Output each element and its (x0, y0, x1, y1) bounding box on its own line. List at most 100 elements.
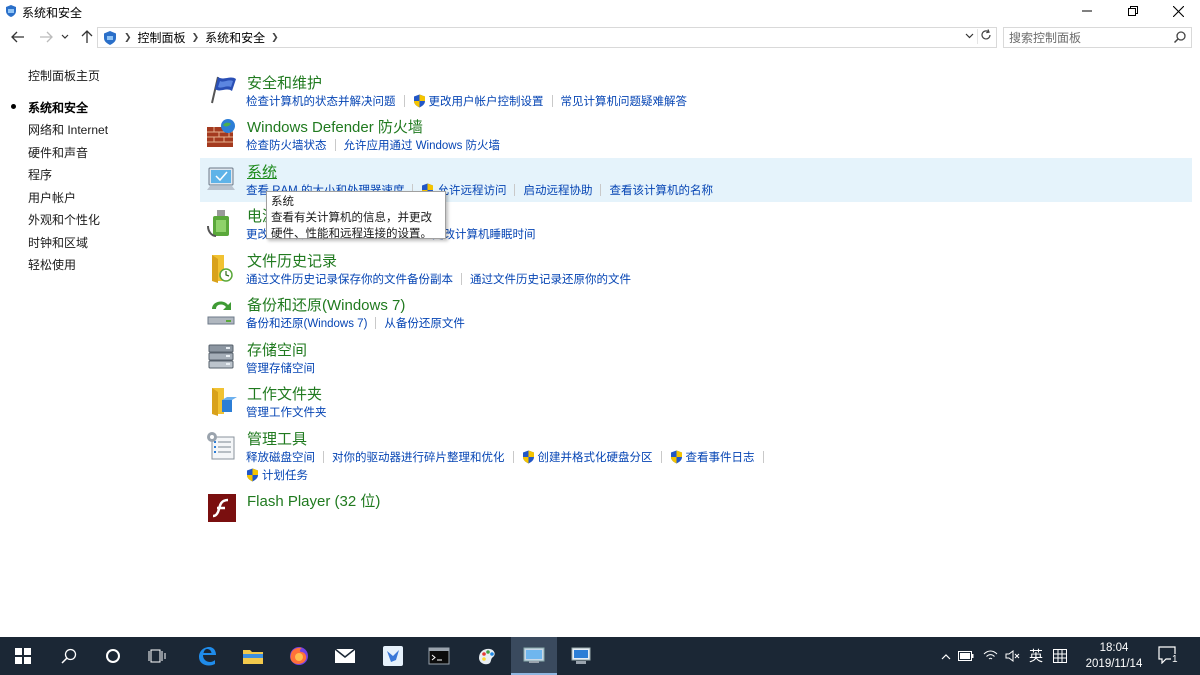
battery-status[interactable] (954, 651, 978, 661)
leftnav-appearance[interactable]: 外观和个性化 (28, 211, 100, 228)
address-dropdown-button[interactable] (965, 31, 974, 42)
start-button[interactable] (0, 637, 46, 675)
category-title[interactable]: 管理工具 (247, 428, 307, 449)
category-title[interactable]: 文件历史记录 (247, 250, 337, 271)
link-create-partition[interactable]: 创建并格式化硬盘分区 (522, 449, 653, 465)
category-title[interactable]: Windows Defender 防火墙 (247, 116, 423, 137)
refresh-button[interactable] (977, 29, 993, 44)
leftnav-hardware-sound[interactable]: 硬件和声音 (28, 144, 88, 161)
network-status[interactable] (978, 650, 1002, 662)
category-title[interactable]: 工作文件夹 (247, 383, 322, 404)
link-allow-app-firewall[interactable]: 允许应用通过 Windows 防火墙 (344, 137, 501, 153)
leftnav-network-internet[interactable]: 网络和 Internet (28, 121, 108, 138)
link-backup-restore-win7[interactable]: 备份和还原(Windows 7) (246, 315, 367, 331)
link-firewall-status[interactable]: 检查防火墙状态 (246, 137, 327, 153)
link-divider (660, 451, 662, 463)
category-title[interactable]: 存储空间 (247, 339, 307, 360)
recent-locations-button[interactable] (58, 27, 72, 47)
link-sleep-settings[interactable]: 更改计算机睡眠时间 (432, 226, 536, 242)
category-title[interactable]: 备份和还原(Windows 7) (247, 294, 405, 315)
link-divider (375, 317, 377, 329)
arrow-right-icon (40, 31, 53, 43)
bird-app-icon (383, 646, 403, 666)
leftnav-clock-region[interactable]: 时钟和区域 (28, 234, 88, 251)
breadcrumb-control-panel[interactable]: 控制面板 (138, 29, 186, 46)
taskbar-edge[interactable] (184, 637, 230, 675)
control-panel-icon (523, 647, 545, 663)
taskbar-search-button[interactable] (46, 637, 92, 675)
file-history-icon (212, 255, 233, 283)
taskbar-clock[interactable]: 18:04 2019/11/14 (1076, 640, 1152, 672)
link-manage-storage[interactable]: 管理存储空间 (246, 360, 315, 376)
link-computer-name[interactable]: 查看该计算机的名称 (609, 182, 713, 198)
chevron-down-icon (965, 33, 974, 39)
category-title[interactable]: Flash Player (32 位) (247, 490, 380, 511)
taskbar-remote-desktop[interactable] (558, 637, 604, 675)
flag-icon (211, 76, 236, 104)
tray-overflow-button[interactable] (938, 653, 954, 660)
leftnav-control-panel-home[interactable]: 控制面板主页 (28, 67, 100, 84)
taskbar-paint[interactable] (464, 637, 510, 675)
link-divider (600, 184, 602, 196)
title-bar: 系统和安全 (0, 0, 1200, 22)
link-uac-settings[interactable]: 更改用户帐户控制设置 (413, 93, 544, 109)
search-input[interactable] (1004, 28, 1164, 47)
minimize-button[interactable] (1064, 0, 1110, 22)
link-defragment[interactable]: 对你的驱动器进行碎片整理和优化 (332, 449, 505, 465)
link-backup-files[interactable]: 通过文件历史记录保存你的文件备份副本 (246, 271, 453, 287)
category-title[interactable]: 系统 (247, 161, 277, 182)
task-view-icon (148, 649, 166, 663)
leftnav-system-security[interactable]: 系统和安全 (28, 99, 88, 116)
link-restore-files[interactable]: 通过文件历史记录还原你的文件 (470, 271, 631, 287)
control-panel-icon (6, 5, 16, 17)
up-button[interactable] (77, 27, 97, 47)
task-view-button[interactable] (134, 637, 180, 675)
taskbar-app-bird[interactable] (370, 637, 416, 675)
leftnav-ease-of-access[interactable]: 轻松使用 (28, 256, 76, 273)
ime-indicator[interactable]: 英 (1024, 646, 1048, 666)
restore-button[interactable] (1110, 0, 1156, 22)
link-event-log[interactable]: 查看事件日志 (670, 449, 755, 465)
leftnav-user-accounts[interactable]: 用户帐户 (28, 189, 76, 206)
taskbar-control-panel[interactable] (511, 637, 557, 675)
address-bar[interactable]: ❯ 控制面板 ❯ 系统和安全 ❯ (97, 27, 997, 48)
search-box[interactable] (1003, 27, 1192, 48)
link-disk-cleanup[interactable]: 释放磁盘空间 (246, 449, 315, 465)
forward-button[interactable] (36, 27, 56, 47)
link-check-status[interactable]: 检查计算机的状态并解决问题 (246, 93, 396, 109)
search-icon[interactable] (1173, 30, 1187, 44)
category-firewall: Windows Defender 防火墙 检查防火墙状态 允许应用通过 Wind… (200, 113, 1192, 157)
taskbar-firefox[interactable] (276, 637, 322, 675)
taskbar: 英 18:04 2019/11/14 1 (0, 637, 1200, 675)
link-task-scheduler[interactable]: 计划任务 (246, 467, 308, 483)
firefox-icon (290, 647, 308, 665)
breadcrumb-separator[interactable]: ❯ (192, 32, 200, 43)
taskbar-mail[interactable] (322, 637, 368, 675)
firewall-icon (207, 119, 235, 147)
action-center-button[interactable]: 1 (1158, 646, 1180, 666)
arrow-left-icon (11, 31, 24, 43)
control-panel-icon (104, 30, 116, 45)
breadcrumb-system-security[interactable]: 系统和安全 (205, 29, 265, 46)
taskbar-terminal[interactable] (416, 637, 462, 675)
link-restore-from-backup[interactable]: 从备份还原文件 (384, 315, 465, 331)
window-title: 系统和安全 (22, 6, 83, 20)
link-manage-work-folders[interactable]: 管理工作文件夹 (246, 404, 327, 420)
flash-player-icon (208, 494, 236, 522)
clock-time: 18:04 (1099, 642, 1129, 654)
close-button[interactable] (1155, 0, 1200, 22)
cortana-button[interactable] (90, 637, 136, 675)
taskbar-file-explorer[interactable] (230, 637, 276, 675)
back-button[interactable] (8, 27, 28, 47)
link-remote-assistance[interactable]: 启动远程协助 (523, 182, 592, 198)
breadcrumb-separator[interactable]: ❯ (271, 32, 279, 43)
category-security-maintenance: 安全和维护 检查计算机的状态并解决问题 更改用户帐户控制设置 常见计算机问题疑难… (200, 69, 1192, 113)
remote-desktop-icon (571, 647, 591, 664)
link-troubleshoot[interactable]: 常见计算机问题疑难解答 (561, 93, 688, 109)
ime-pad-button[interactable] (1048, 649, 1072, 663)
volume-control[interactable] (1002, 650, 1024, 662)
breadcrumb-separator[interactable]: ❯ (124, 32, 132, 43)
leftnav-programs[interactable]: 程序 (28, 166, 52, 183)
navigation-bar: ❯ 控制面板 ❯ 系统和安全 ❯ (0, 24, 1200, 50)
category-title[interactable]: 安全和维护 (247, 72, 322, 93)
